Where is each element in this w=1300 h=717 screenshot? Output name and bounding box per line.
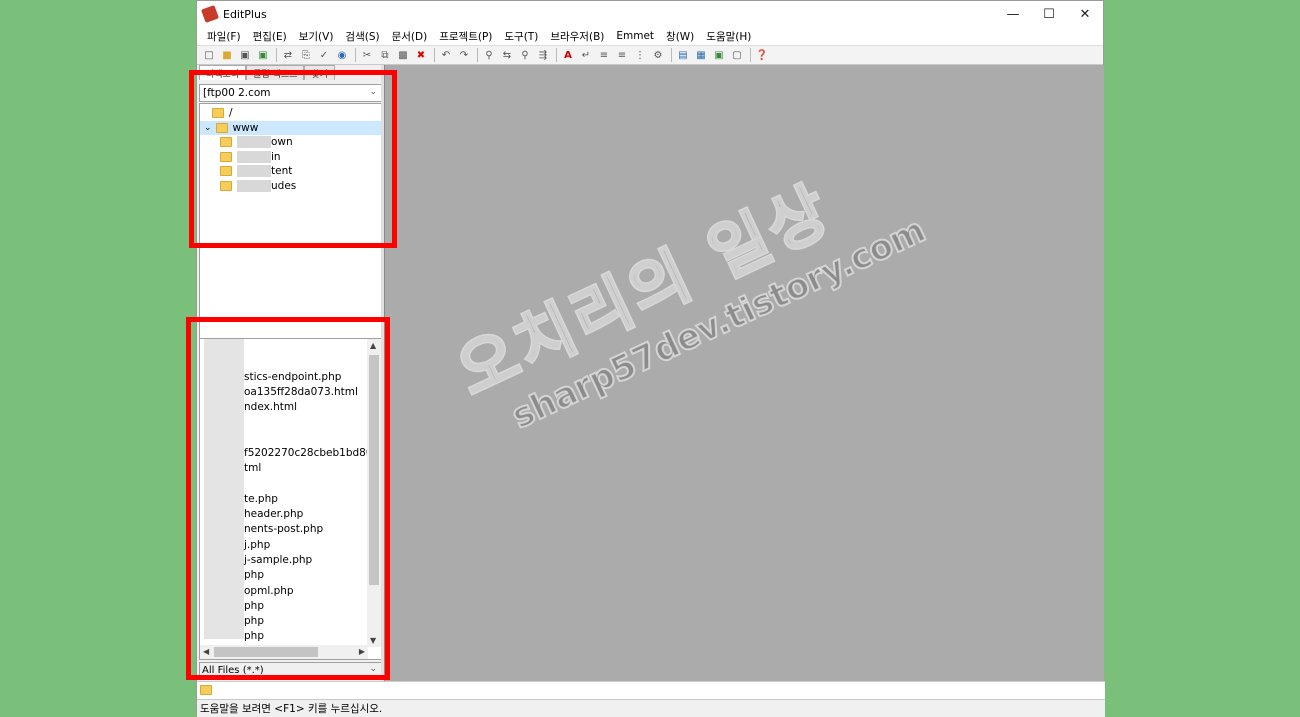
title-bar: EditPlus — ☐ ✕ <box>197 1 1103 27</box>
preview-icon[interactable]: ◉ <box>334 48 350 63</box>
menu-project[interactable]: 프로젝트(P) <box>433 29 498 44</box>
context-help-icon[interactable]: ❓ <box>754 48 770 63</box>
toolbar: □ ■ ▣ ▣ ⇄ ⎘ ✓ ◉ ✂ ⧉ ▩ ✖ ↶ ↷ ⚲ ⇆ ⚲ ⇶ A ↵ … <box>197 45 1103 65</box>
new-file-icon[interactable]: □ <box>201 48 217 63</box>
goto-icon[interactable]: ⇶ <box>535 48 551 63</box>
word-wrap-icon[interactable]: ↵ <box>578 48 594 63</box>
directory-window-icon[interactable]: ▤ <box>675 48 691 63</box>
status-bar: 도움말을 보려면 <F1> 키를 누르십시오. <box>197 699 1105 717</box>
maximize-button[interactable]: ☐ <box>1031 1 1067 27</box>
highlight-box-file-list <box>186 317 390 680</box>
menu-document[interactable]: 문서(D) <box>386 29 434 44</box>
menu-emmet[interactable]: Emmet <box>610 30 660 42</box>
find-icon[interactable]: ⚲ <box>481 48 497 63</box>
find-in-files-icon[interactable]: ⚲ <box>517 48 533 63</box>
save-all-icon[interactable]: ▣ <box>255 48 271 63</box>
menu-window[interactable]: 창(W) <box>660 29 700 44</box>
menu-help[interactable]: 도움말(H) <box>700 29 757 44</box>
undo-icon[interactable]: ↶ <box>438 48 454 63</box>
cut-icon[interactable]: ✂ <box>359 48 375 63</box>
ftp-icon[interactable]: ⇄ <box>280 48 296 63</box>
minimize-button[interactable]: — <box>995 1 1031 27</box>
menu-search[interactable]: 검색(S) <box>339 29 385 44</box>
highlight-box-directory-tree <box>189 70 397 248</box>
save-icon[interactable]: ▣ <box>237 48 253 63</box>
ruler-icon[interactable]: ≡ <box>596 48 612 63</box>
full-screen-icon[interactable]: ▢ <box>729 48 745 63</box>
menu-tools[interactable]: 도구(T) <box>498 29 544 44</box>
output-bar <box>197 681 1105 699</box>
editplus-app-icon <box>201 5 219 23</box>
menu-file[interactable]: 파일(F) <box>201 29 247 44</box>
open-folder-icon[interactable]: ■ <box>219 48 235 63</box>
font-icon[interactable]: A <box>560 48 576 63</box>
menu-browser[interactable]: 브라우저(B) <box>544 29 610 44</box>
delete-icon[interactable]: ✖ <box>413 48 429 63</box>
spell-check-icon[interactable]: ✓ <box>316 48 332 63</box>
menu-edit[interactable]: 편집(E) <box>247 29 293 44</box>
copy-icon[interactable]: ⧉ <box>377 48 393 63</box>
replace-icon[interactable]: ⇆ <box>499 48 515 63</box>
output-window-icon[interactable]: ▣ <box>711 48 727 63</box>
paste-icon[interactable]: ▩ <box>395 48 411 63</box>
cliptext-window-icon[interactable]: ▦ <box>693 48 709 63</box>
settings-icon[interactable]: ⚙ <box>650 48 666 63</box>
menu-bar: 파일(F) 편집(E) 보기(V) 검색(S) 문서(D) 프로젝트(P) 도구… <box>197 27 1103 45</box>
status-message: 도움말을 보려면 <F1> 키를 누르십시오. <box>200 703 383 715</box>
menu-view[interactable]: 보기(V) <box>293 29 340 44</box>
print-icon[interactable]: ⎘ <box>298 48 314 63</box>
folder-icon[interactable] <box>200 685 212 695</box>
line-number-icon[interactable]: ≡ <box>614 48 630 63</box>
window-title: EditPlus <box>223 7 267 21</box>
redo-icon[interactable]: ↷ <box>456 48 472 63</box>
close-button[interactable]: ✕ <box>1067 1 1103 27</box>
column-select-icon[interactable]: ⋮ <box>632 48 648 63</box>
